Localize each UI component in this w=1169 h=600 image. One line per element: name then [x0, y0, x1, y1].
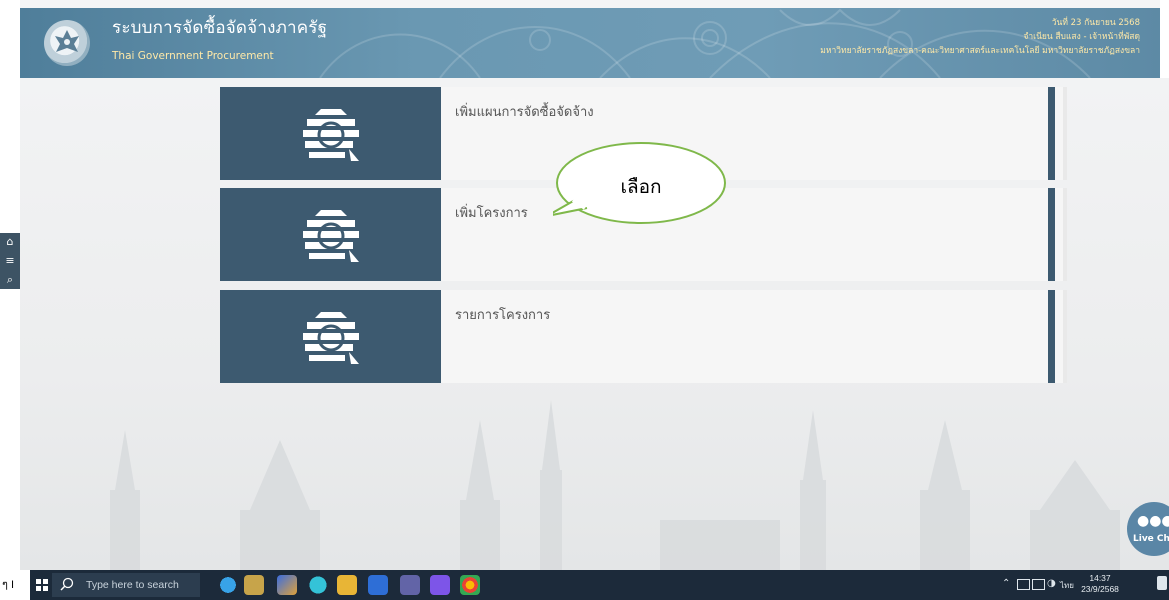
garuda-logo: [44, 20, 90, 66]
app-title-thai: ระบบการจัดซื้อจัดจ้างภาครัฐ: [112, 18, 328, 38]
word-icon[interactable]: [368, 575, 388, 595]
organization-name: มหาวิทยาลัยราชภัฏสงขลา-คณะวิทยาศาสตร์และ…: [820, 46, 1140, 56]
chat-bubble-icon: ●●●: [1137, 513, 1169, 529]
menu-card-label: รายการโครงการ: [455, 308, 551, 323]
card-accent-bar: [1048, 188, 1055, 281]
windows-taskbar: ๆ I Type here to search ⌃ ◑ ไทย 14:37 23…: [0, 570, 1169, 600]
menu-card-project-list[interactable]: รายการโครงการ: [220, 290, 1067, 383]
menu-card-icon-box: [220, 87, 441, 180]
search-icon[interactable]: ⌕: [7, 272, 13, 288]
procurement-search-icon: [302, 108, 359, 161]
weather-widget-icon[interactable]: [218, 575, 238, 595]
annotation-text: เลือก: [620, 177, 662, 198]
menu-card-icon-box: [220, 290, 441, 383]
taskbar-search-placeholder: Type here to search: [86, 579, 179, 591]
tray-chevron-icon[interactable]: ⌃: [1002, 578, 1010, 589]
app-header: ระบบการจัดซื้อจัดจ้างภาครัฐ Thai Governm…: [20, 0, 1160, 78]
menu-card-label: เพิ่มแผนการจัดซื้อจัดจ้าง: [455, 105, 594, 120]
taskbar-clock[interactable]: 14:37 23/9/2568: [1080, 573, 1120, 595]
telescope-app-icon[interactable]: [244, 575, 264, 595]
garuda-emblem-icon: [55, 30, 79, 52]
current-date: วันที่ 23 กันยายน 2568: [1051, 18, 1140, 28]
file-explorer-icon[interactable]: [337, 575, 357, 595]
card-edge: [1063, 188, 1067, 281]
network-icon[interactable]: [1032, 579, 1045, 590]
live-chat-label: Live Ch: [1133, 534, 1169, 544]
procurement-search-icon: [302, 209, 359, 262]
card-edge: [1063, 290, 1067, 383]
temple-silhouette-background: [110, 400, 1120, 570]
side-toolbar: ⌂ ≡ ⌕: [0, 233, 20, 289]
clock-date: 23/9/2568: [1081, 584, 1119, 594]
menu-icon[interactable]: ≡: [5, 253, 14, 269]
home-icon[interactable]: ⌂: [7, 234, 14, 250]
magnifier-icon: [60, 577, 74, 591]
taskbar-search-box[interactable]: Type here to search: [52, 573, 200, 597]
clock-time: 14:37: [1089, 573, 1111, 583]
tray-app-icon[interactable]: [1017, 579, 1030, 590]
card-edge: [1063, 87, 1067, 180]
input-language-indicator[interactable]: ไทย: [1060, 579, 1074, 592]
notification-icon[interactable]: [1157, 576, 1167, 590]
windows-start-icon[interactable]: [36, 579, 48, 591]
menu-card-icon-box: [220, 188, 441, 281]
card-accent-bar: [1048, 290, 1055, 383]
app-title-english: Thai Government Procurement: [112, 50, 274, 62]
copilot-icon[interactable]: [277, 575, 297, 595]
edge-browser-icon[interactable]: [308, 575, 328, 595]
volume-icon[interactable]: ◑: [1047, 578, 1056, 589]
user-info: วันที่ 23 กันยายน 2568 จำเนียน สืบแสง - …: [820, 16, 1140, 58]
page-number: ๆ I: [0, 570, 30, 600]
teams-icon[interactable]: [400, 575, 420, 595]
menu-card-label: เพิ่มโครงการ: [455, 206, 528, 221]
user-name-role: จำเนียน สืบแสง - เจ้าหน้าที่พัสดุ: [1023, 32, 1140, 42]
copilot-app-icon[interactable]: [430, 575, 450, 595]
chrome-browser-icon[interactable]: [460, 575, 480, 595]
header-top-strip: [20, 0, 1160, 8]
card-accent-bar: [1048, 87, 1055, 180]
procurement-search-icon: [302, 311, 359, 364]
